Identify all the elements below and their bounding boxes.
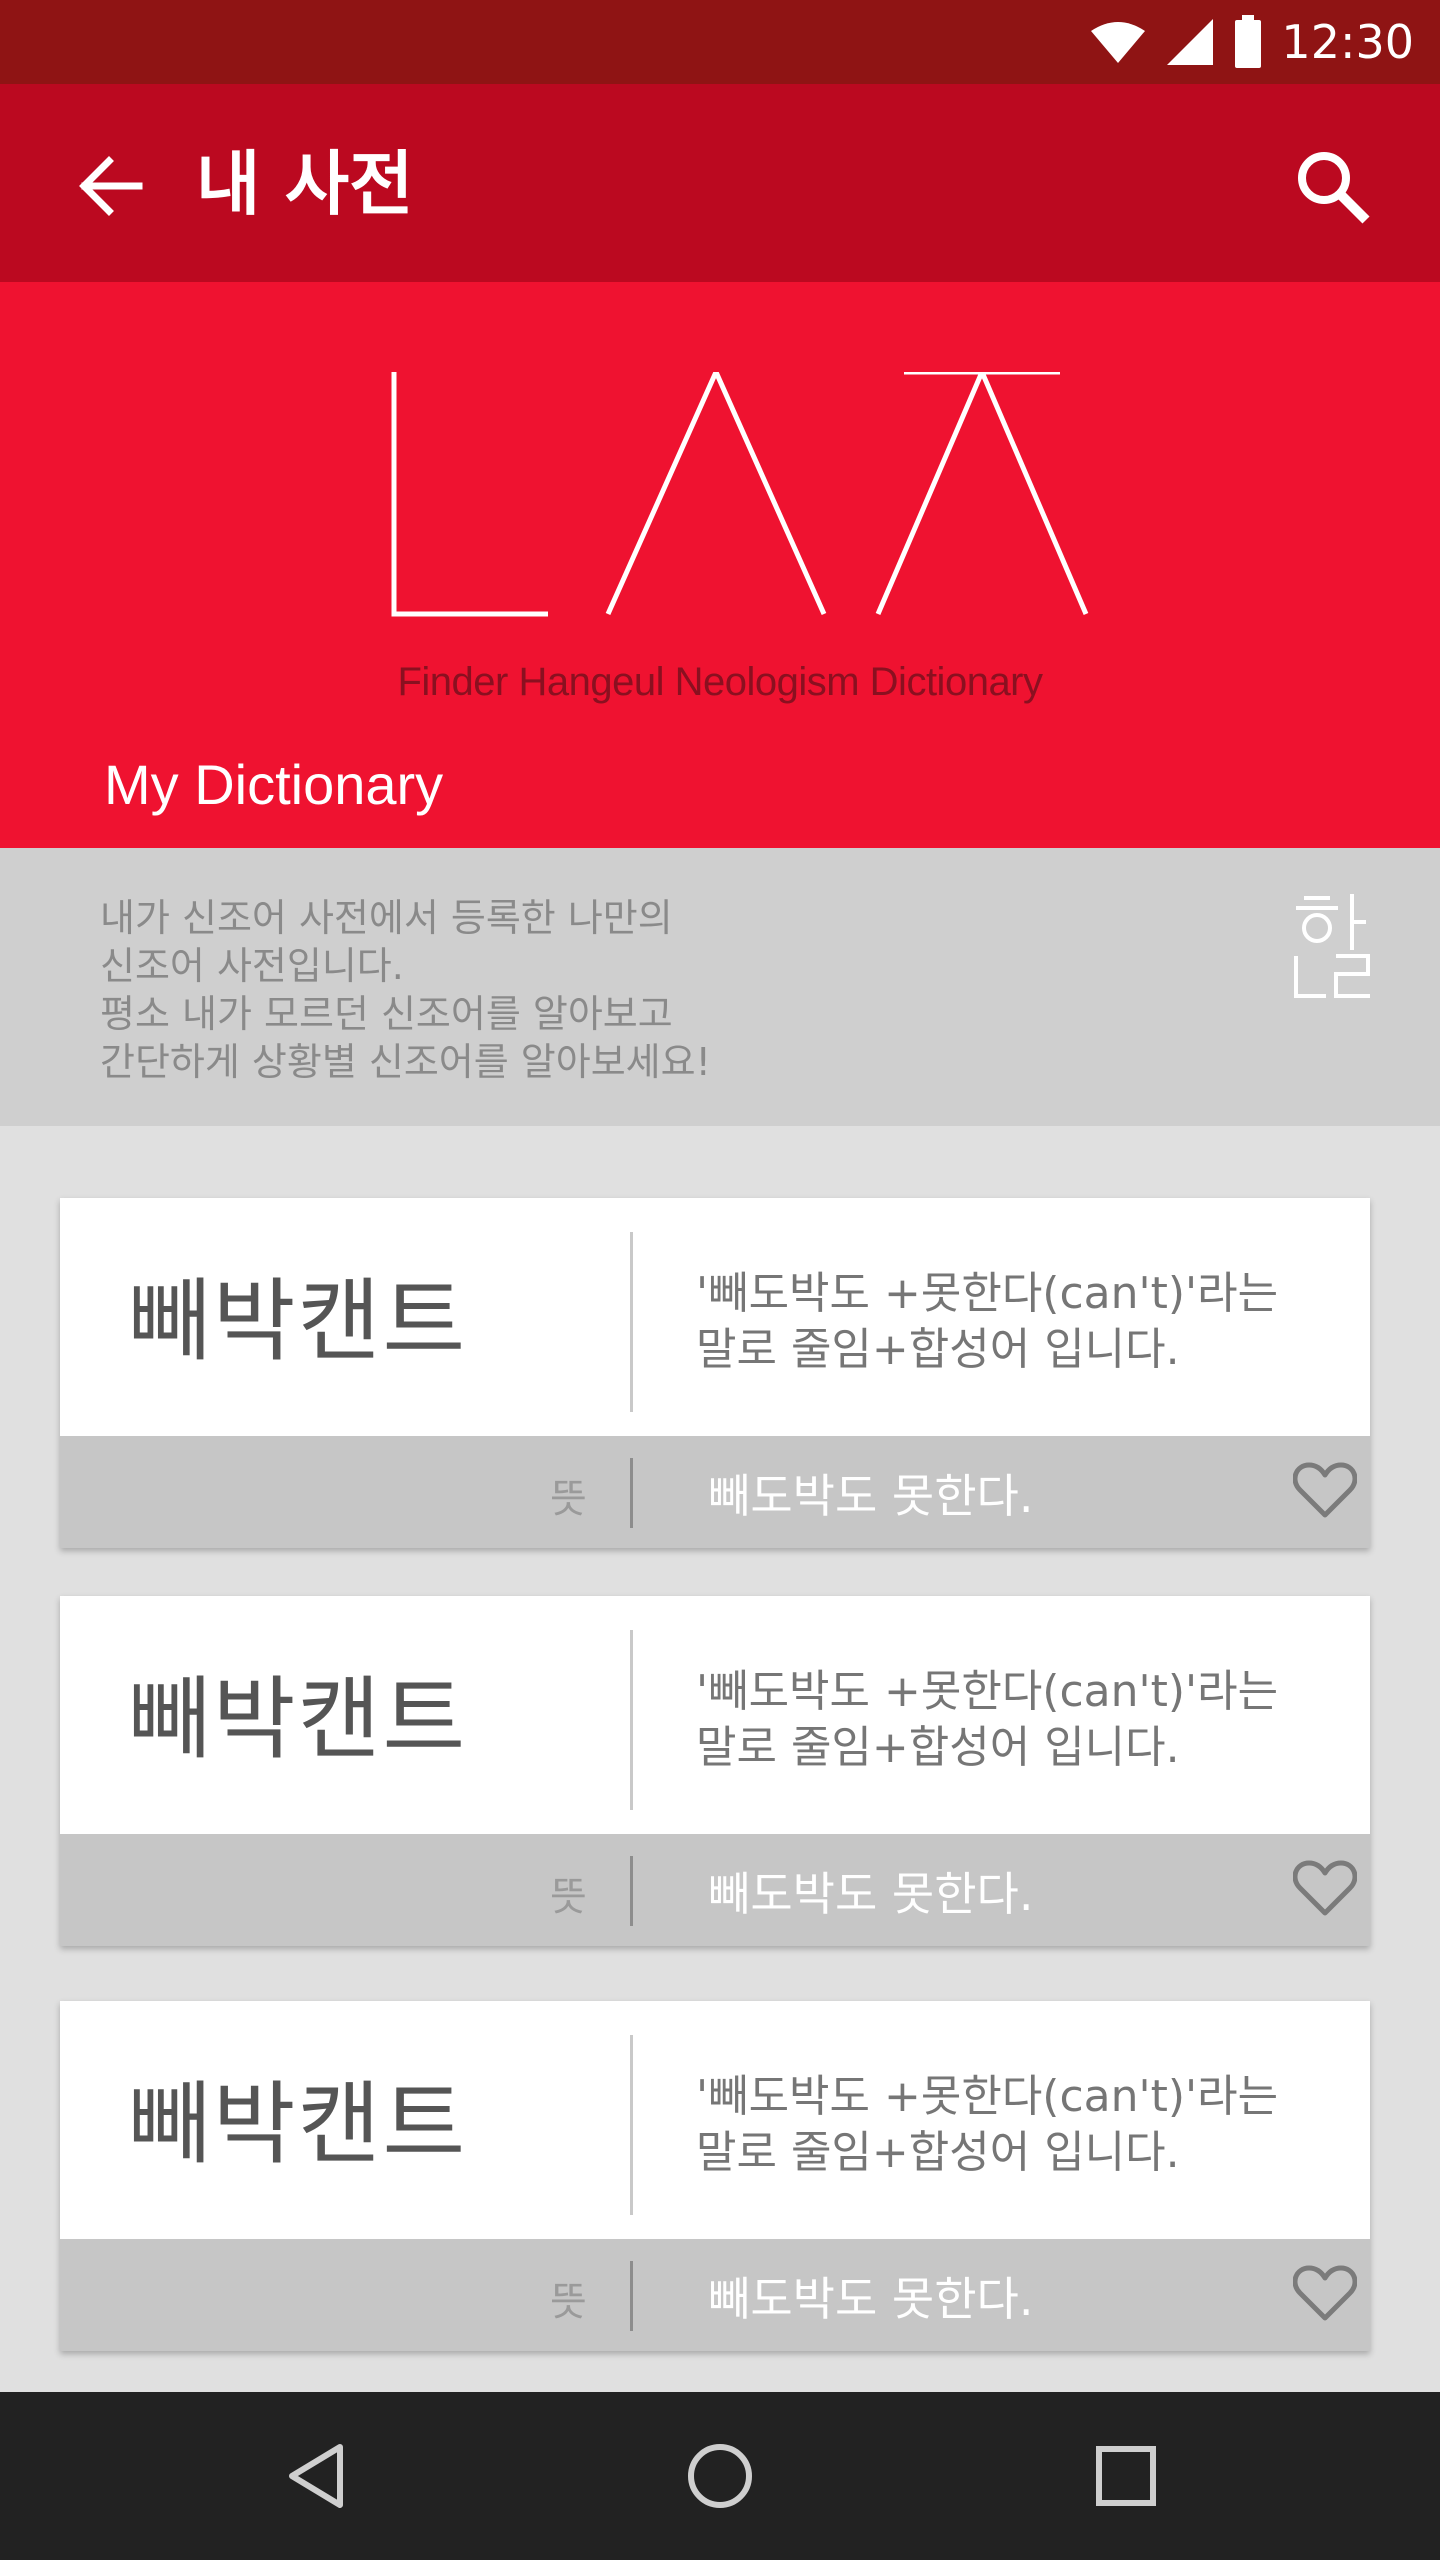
meaning-label: 뜻 [550, 2279, 587, 2325]
app-bar: 내 사전 [0, 84, 1440, 282]
description-text: 내가 신조어 사전에서 등록한 나만의 신조어 사전입니다. 평소 내가 모르던… [100, 894, 711, 1086]
app-logo [391, 372, 1089, 617]
card-word: 빼박캔트 [128, 1667, 468, 1772]
card-body: 빼박캔트 '빼도박도 +못한다(can't)'라는 말로 줄임+합성어 입니다. [60, 2001, 1370, 2239]
meaning-label: 뜻 [550, 1874, 587, 1920]
card-explanation: '빼도박도 +못한다(can't)'라는 말로 줄임+합성어 입니다. [696, 2069, 1278, 2181]
battery-icon [1235, 15, 1262, 68]
search-button[interactable] [1284, 138, 1380, 234]
card-meaning: 빼도박도 못한다. [708, 1469, 1034, 1523]
favorite-button[interactable] [1290, 1458, 1360, 1522]
divider [630, 1232, 633, 1412]
nav-back-button[interactable] [266, 2426, 366, 2526]
card-meaning: 빼도박도 못한다. [708, 1867, 1034, 1921]
explanation-line: '빼도박도 +못한다(can't)'라는 [696, 1268, 1279, 1319]
explanation-line: 말로 줄임+합성어 입니다. [696, 1324, 1180, 1375]
section-title: My Dictionary [104, 753, 444, 816]
description-line: 평소 내가 모르던 신조어를 알아보고 [100, 992, 673, 1036]
hangul-mark-icon [1294, 894, 1370, 998]
card-footer: 뜻 빼도박도 못한다. [60, 2239, 1370, 2351]
wifi-icon [1091, 22, 1146, 63]
system-nav-bar [0, 2392, 1440, 2560]
word-card[interactable]: 빼박캔트 '빼도박도 +못한다(can't)'라는 말로 줄임+합성어 입니다.… [60, 1596, 1370, 1946]
card-word: 빼박캔트 [128, 2072, 468, 2177]
status-bar: 12:30 [0, 0, 1440, 84]
card-explanation: '빼도박도 +못한다(can't)'라는 말로 줄임+합성어 입니다. [696, 1266, 1278, 1378]
divider [630, 1458, 633, 1528]
favorite-button[interactable] [1290, 1856, 1360, 1920]
nav-home-button[interactable] [670, 2426, 770, 2526]
nav-recents-button[interactable] [1076, 2426, 1176, 2526]
triangle-back-icon [289, 2444, 343, 2508]
square-recents-icon [1096, 2446, 1156, 2506]
description-line: 신조어 사전입니다. [100, 944, 404, 988]
description-panel: 내가 신조어 사전에서 등록한 나만의 신조어 사전입니다. 평소 내가 모르던… [0, 848, 1440, 1126]
clock: 12:30 [1281, 15, 1414, 69]
explanation-line: '빼도박도 +못한다(can't)'라는 [696, 2071, 1279, 2122]
status-icons: 12:30 [1089, 0, 1414, 84]
circle-home-icon [688, 2444, 752, 2508]
favorite-button[interactable] [1290, 2261, 1360, 2325]
description-line: 내가 신조어 사전에서 등록한 나만의 [100, 896, 673, 940]
heart-outline-icon [1293, 2265, 1357, 2321]
card-footer: 뜻 빼도박도 못한다. [60, 1834, 1370, 1946]
word-card[interactable]: 빼박캔트 '빼도박도 +못한다(can't)'라는 말로 줄임+합성어 입니다.… [60, 2001, 1370, 2351]
card-body: 빼박캔트 '빼도박도 +못한다(can't)'라는 말로 줄임+합성어 입니다. [60, 1596, 1370, 1834]
explanation-line: 말로 줄임+합성어 입니다. [696, 1722, 1180, 1773]
card-word: 빼박캔트 [128, 1269, 468, 1374]
app-tagline: Finder Hangeul Neologism Dictionary [397, 660, 1043, 704]
explanation-line: '빼도박도 +못한다(can't)'라는 [696, 1666, 1279, 1717]
arrow-left-icon [79, 156, 143, 216]
heart-outline-icon [1293, 1462, 1357, 1518]
divider [630, 2035, 633, 2215]
word-card[interactable]: 빼박캔트 '빼도박도 +못한다(can't)'라는 말로 줄임+합성어 입니다.… [60, 1198, 1370, 1548]
divider [630, 1630, 633, 1810]
page-title: 내 사전 [196, 143, 414, 225]
card-explanation: '빼도박도 +못한다(can't)'라는 말로 줄임+합성어 입니다. [696, 1664, 1278, 1776]
search-icon [1298, 152, 1370, 224]
back-button[interactable] [68, 144, 152, 228]
divider [630, 2261, 633, 2331]
description-line: 간단하게 상황별 신조어를 알아보세요! [100, 1040, 711, 1084]
hero-banner: Finder Hangeul Neologism Dictionary My D… [0, 282, 1440, 848]
card-footer: 뜻 빼도박도 못한다. [60, 1436, 1370, 1548]
meaning-label: 뜻 [550, 1476, 587, 1522]
divider [630, 1856, 633, 1926]
card-meaning: 빼도박도 못한다. [708, 2272, 1034, 2326]
card-body: 빼박캔트 '빼도박도 +못한다(can't)'라는 말로 줄임+합성어 입니다. [60, 1198, 1370, 1436]
explanation-line: 말로 줄임+합성어 입니다. [696, 2127, 1180, 2178]
cellular-signal-icon [1167, 19, 1214, 65]
heart-outline-icon [1293, 1860, 1357, 1916]
